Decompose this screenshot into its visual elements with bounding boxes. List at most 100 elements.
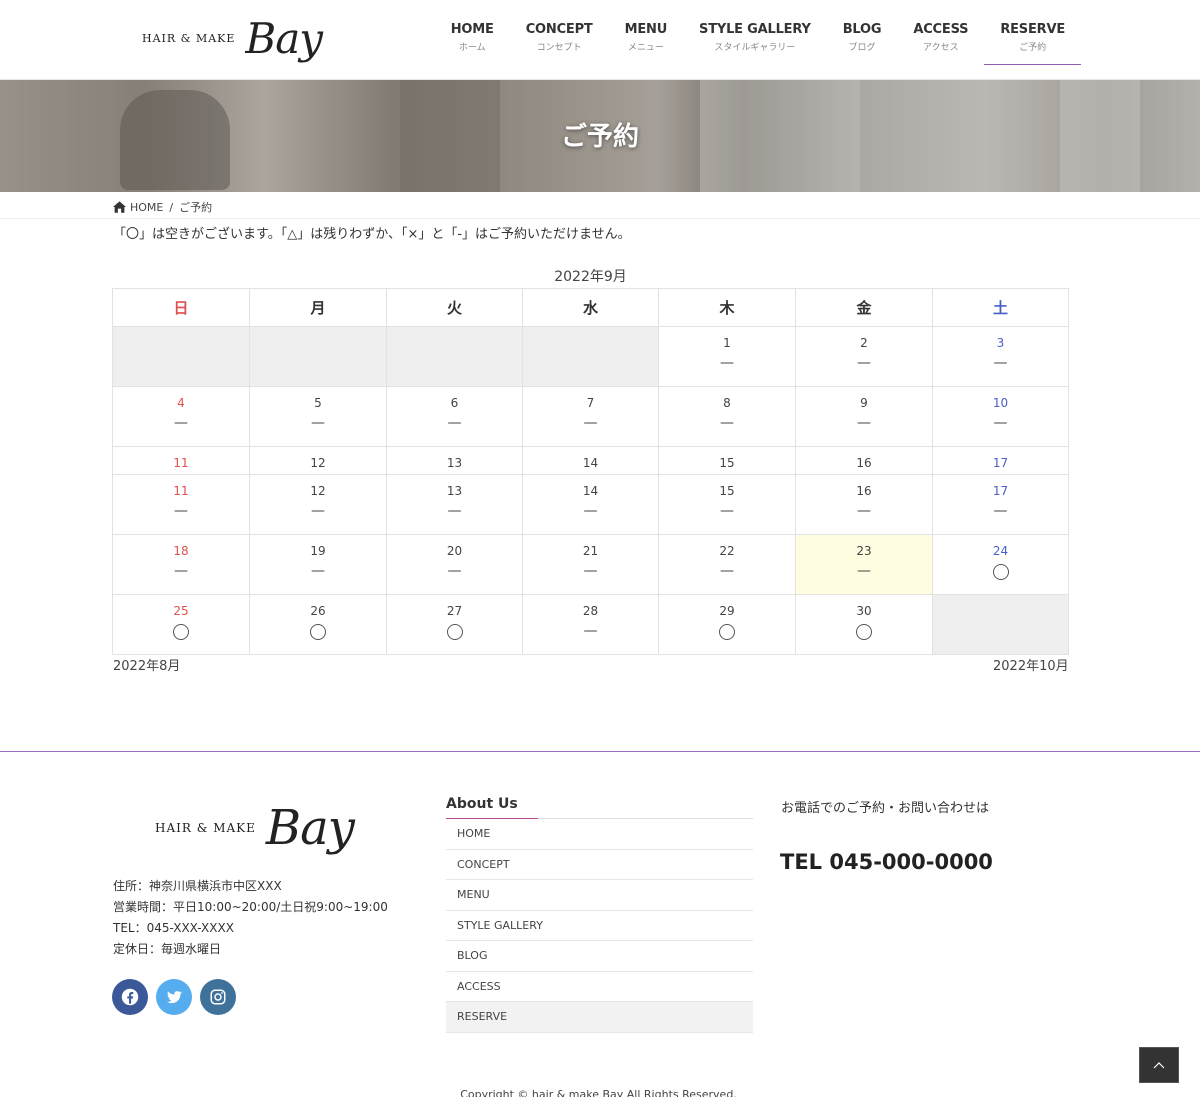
calendar-day-cell: 6— [386,386,523,447]
prev-month-link[interactable]: 2022年8月 [113,655,180,674]
nav-item-reserve[interactable]: RESERVE ご予約 [984,0,1081,65]
circle-icon [856,624,872,640]
breadcrumb-home-link[interactable]: HOME [130,201,163,214]
contact-phone-number[interactable]: TEL 045-000-0000 [780,850,993,874]
day-number: 23 [856,544,872,558]
calendar-week-row: 11 — 12 — 13 — 14 — 15 — 16 — 17 — [112,474,1069,535]
circle-icon [992,564,1009,580]
weekday-header: 土 [932,288,1069,327]
calendar-day-cell[interactable]: 26 [249,594,387,655]
nav-item-blog[interactable]: BLOG ブログ [827,0,898,65]
nav-item-sublabel: ブログ [848,43,876,53]
calendar-day-cell[interactable]: 25 [112,594,250,655]
calendar-day-cell: 12 — [249,474,387,535]
availability-closed-mark: — [447,563,462,579]
availability-open-mark [933,563,1068,584]
availability-closed-mark: — [993,503,1008,519]
day-number: 12 [310,484,326,498]
breadcrumb-divider [0,218,1200,219]
availability-closed-mark: — [447,503,462,519]
availability-open-mark [113,623,249,644]
footer-link-reserve[interactable]: RESERVE [446,1002,753,1033]
day-number: 24 [992,544,1009,558]
calendar-day-cell[interactable]: 24 [932,534,1069,595]
availability-closed-mark: — [174,563,188,579]
calendar-day-cell[interactable]: 30 [795,594,933,655]
calendar-day-cell: 7— [522,386,659,447]
nav-item-label: ACCESS [913,22,969,37]
calendar-day-cell: 17 [932,446,1069,475]
footer-link-style-gallery[interactable]: STYLE GALLERY [446,911,753,941]
day-number: 20 [446,544,463,558]
back-to-top-button[interactable] [1139,1047,1179,1083]
calendar-day-cell: 15 [658,446,796,475]
day-number: 10 [992,396,1009,410]
footer-link-blog[interactable]: BLOG [446,941,753,972]
availability-closed-mark: — [583,503,598,519]
day-number: 15 [719,456,735,470]
twitter-button[interactable] [156,979,192,1015]
day-number: 14 [582,484,599,498]
nav-item-style-gallery[interactable]: STYLE GALLERY スタイルギャラリー [683,0,827,65]
calendar-day-cell[interactable]: 27 [386,594,523,655]
footer-link-access[interactable]: ACCESS [446,972,753,1002]
calendar-day-cell: 13 — [386,474,523,535]
calendar-day-cell[interactable]: 29 [658,594,796,655]
footer-link-menu[interactable]: MENU [446,880,753,911]
calendar-week-row: 25 26 27 28 — 29 30 [112,594,1069,655]
calendar-empty-cell [932,594,1069,655]
day-number: 1 [723,336,731,350]
availability-closed-mark: — [720,563,734,579]
availability-closed-mark: — [583,623,598,639]
day-number: 11 [173,484,189,498]
about-us-links: HOME CONCEPT MENU STYLE GALLERY BLOG ACCESS RE… [446,819,753,1033]
footer-link-home[interactable]: HOME [446,819,753,850]
calendar-day-cell: 18 — [112,534,250,595]
weekday-header: 火 [386,288,523,327]
calendar-day-cell: 10 — [932,386,1069,447]
nav-item-access[interactable]: ACCESS アクセス [897,0,984,65]
day-number: 16 [856,456,872,470]
weekday-header: 金 [795,288,933,327]
footer-link-concept[interactable]: CONCEPT [446,850,753,880]
weekday-header: 木 [658,288,796,327]
day-number: 13 [446,484,463,498]
day-number: 11 [173,456,189,470]
day-number: 25 [173,604,189,618]
footer-logo[interactable]: HAIR & MAKE Bay [155,800,355,856]
day-number: 29 [719,604,735,618]
day-number: 2 [860,336,868,350]
facebook-button[interactable] [112,979,148,1015]
circle-icon [310,624,326,640]
footer-address: 住所：神奈川県横浜市中区XXX [113,879,282,893]
weekday-header: 水 [522,288,659,327]
nav-item-menu[interactable]: MENU メニュー [609,0,683,65]
day-number: 5 [314,396,322,410]
facebook-icon [121,988,139,1006]
day-number: 26 [310,604,326,618]
footer-divider [0,751,1200,752]
availability-open-mark [659,623,795,644]
chevron-up-icon [1153,1062,1165,1069]
calendar-empty-cell [249,326,387,387]
footer-shop-info: 住所：神奈川県横浜市中区XXX 営業時間：平日10:00~20:00/土日祝9:… [113,876,388,960]
instagram-button[interactable] [200,979,236,1015]
nav-item-label: RESERVE [1000,22,1065,37]
footer-logo-script-text: Bay [265,800,355,856]
day-number: 15 [719,484,735,498]
site-logo[interactable]: HAIR & MAKE Bay [142,8,323,68]
next-month-link[interactable]: 2022年10月 [993,655,1069,674]
calendar-day-cell: 17 — [932,474,1069,535]
circle-icon [173,624,189,640]
calendar-day-cell: 14 [522,446,659,475]
calendar-day-cell: 22 — [658,534,796,595]
availability-open-mark [387,623,522,644]
instagram-icon [210,989,226,1005]
calendar-empty-cell [386,326,523,387]
nav-item-concept[interactable]: CONCEPT コンセプト [510,0,609,65]
calendar-day-cell: 14 — [522,474,659,535]
availability-closed-mark: — [174,503,188,519]
calendar-day-cell: 9— [795,386,933,447]
calendar-day-cell: 21 — [522,534,659,595]
nav-item-home[interactable]: HOME ホーム [435,0,510,65]
